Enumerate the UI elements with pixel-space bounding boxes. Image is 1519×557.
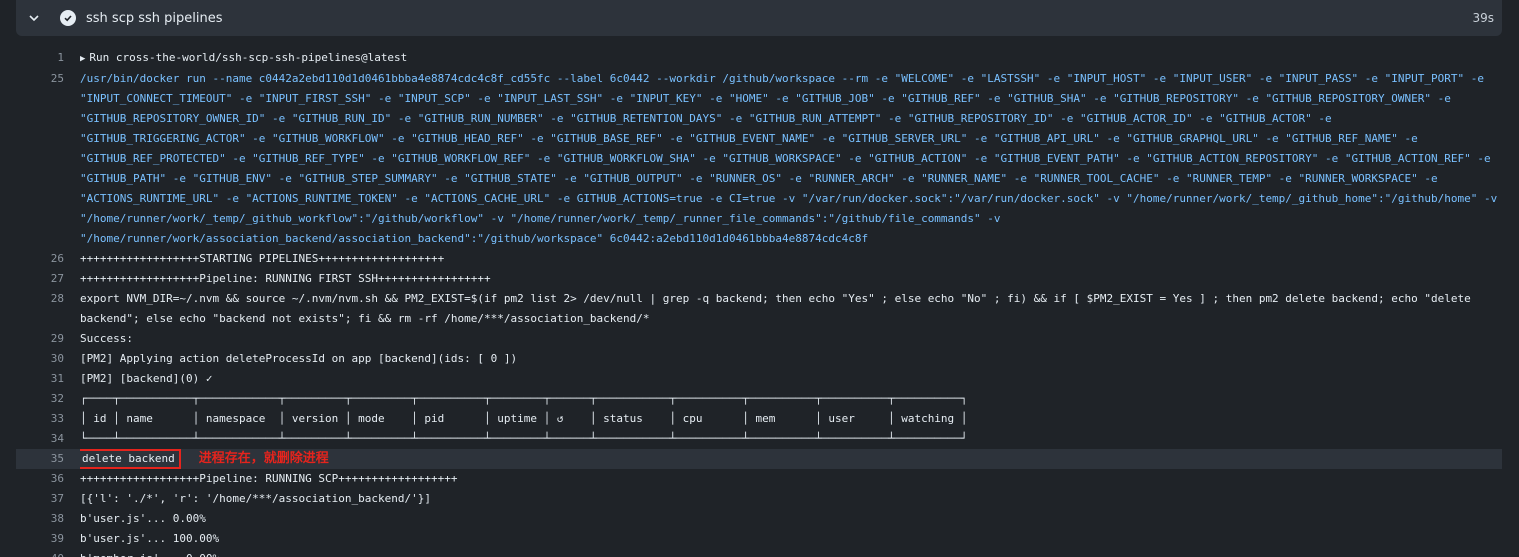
line-number[interactable]: 37 [16, 489, 80, 509]
line-number[interactable]: 40 [16, 549, 80, 557]
line-number[interactable]: 36 [16, 469, 80, 489]
log-text: [PM2] [backend](0) ✓ [80, 372, 213, 385]
log-text: b'user.js'... 0.00% [80, 512, 206, 525]
line-number[interactable]: 30 [16, 349, 80, 369]
log-line: 32 ┌────┬───────────┬────────────┬──────… [16, 389, 1502, 409]
log-line: 34 └────┴───────────┴────────────┴──────… [16, 429, 1502, 449]
log-line: 28 export NVM_DIR=~/.nvm && source ~/.nv… [16, 289, 1502, 329]
highlight-box: delete backend [80, 449, 181, 469]
log-line: 38 b'user.js'... 0.00% [16, 509, 1502, 529]
log-text: b'member.js'... 0.00% [80, 549, 1502, 557]
log-output: 1 ▶ Run cross-the-world/ssh-scp-ssh-pipel… [16, 48, 1502, 557]
log-line: 36 ++++++++++++++++++Pipeline: RUNNING S… [16, 469, 1502, 489]
log-line: 29 Success: [16, 329, 1502, 349]
step-header[interactable]: ssh scp ssh pipelines 39s [16, 0, 1502, 36]
log-line: 25 /usr/bin/docker run --name c0442a2ebd… [16, 69, 1502, 249]
log-line: 33 │ id │ name │ namespace │ version │ m… [16, 409, 1502, 429]
log-line: 26 ++++++++++++++++++STARTING PIPELINES+… [16, 249, 1502, 269]
line-number[interactable]: 32 [16, 389, 80, 409]
log-text: ++++++++++++++++++STARTING PIPELINES++++… [80, 252, 445, 265]
line-number[interactable]: 34 [16, 429, 80, 449]
line-number[interactable]: 26 [16, 249, 80, 269]
line-number[interactable]: 39 [16, 529, 80, 549]
line-number[interactable]: 25 [16, 69, 80, 249]
log-text: ++++++++++++++++++Pipeline: RUNNING FIRS… [80, 272, 491, 285]
check-circle-icon [60, 10, 76, 26]
line-number[interactable]: 31 [16, 369, 80, 389]
log-line: 37 [{'l': './*', 'r': '/home/***/associa… [16, 489, 1502, 509]
line-number[interactable]: 1 [16, 48, 80, 69]
step-title: ssh scp ssh pipelines [86, 10, 223, 26]
log-group-toggle[interactable]: ▶ Run cross-the-world/ssh-scp-ssh-pipelin… [80, 48, 1502, 69]
pm2-table-header: │ id │ name │ namespace │ version │ mode… [80, 412, 968, 425]
log-text: b'user.js'... 100.00% [80, 532, 220, 545]
log-line-highlighted: 35 delete backend 进程存在，就删除进程 [16, 449, 1502, 469]
line-number[interactable]: 28 [16, 289, 80, 329]
log-text: Success: [80, 332, 133, 345]
line-number[interactable]: 27 [16, 269, 80, 289]
log-text: Run cross-the-world/ssh-scp-ssh-pipeline… [89, 51, 408, 64]
log-line: 40 b'member.js'... 0.00% [16, 549, 1502, 557]
line-number[interactable]: 38 [16, 509, 80, 529]
line-number[interactable]: 29 [16, 329, 80, 349]
log-text: [{'l': './*', 'r': '/home/***/associatio… [80, 492, 431, 505]
triangle-right-icon[interactable]: ▶ [80, 54, 85, 64]
line-number[interactable]: 35 [16, 449, 80, 469]
log-text: ++++++++++++++++++Pipeline: RUNNING SCP+… [80, 472, 458, 485]
pm2-table-top: ┌────┬───────────┬────────────┬─────────… [80, 392, 968, 405]
log-line[interactable]: 1 ▶ Run cross-the-world/ssh-scp-ssh-pipel… [16, 48, 1502, 69]
log-line: 31 [PM2] [backend](0) ✓ [16, 369, 1502, 389]
annotation-text: 进程存在，就删除进程 [198, 451, 329, 466]
chevron-down-icon[interactable] [26, 10, 42, 26]
log-line: 30 [PM2] Applying action deleteProcessId… [16, 349, 1502, 369]
log-line: 27 ++++++++++++++++++Pipeline: RUNNING F… [16, 269, 1502, 289]
log-text: [PM2] Applying action deleteProcessId on… [80, 352, 518, 365]
step-duration: 39s [1472, 11, 1494, 25]
log-line: 39 b'user.js'... 100.00% [16, 529, 1502, 549]
log-text: export NVM_DIR=~/.nvm && source ~/.nvm/n… [80, 292, 1478, 325]
pm2-table-bottom: └────┴───────────┴────────────┴─────────… [80, 432, 968, 445]
line-number[interactable]: 33 [16, 409, 80, 429]
log-text: /usr/bin/docker run --name c0442a2ebd110… [80, 72, 1498, 245]
